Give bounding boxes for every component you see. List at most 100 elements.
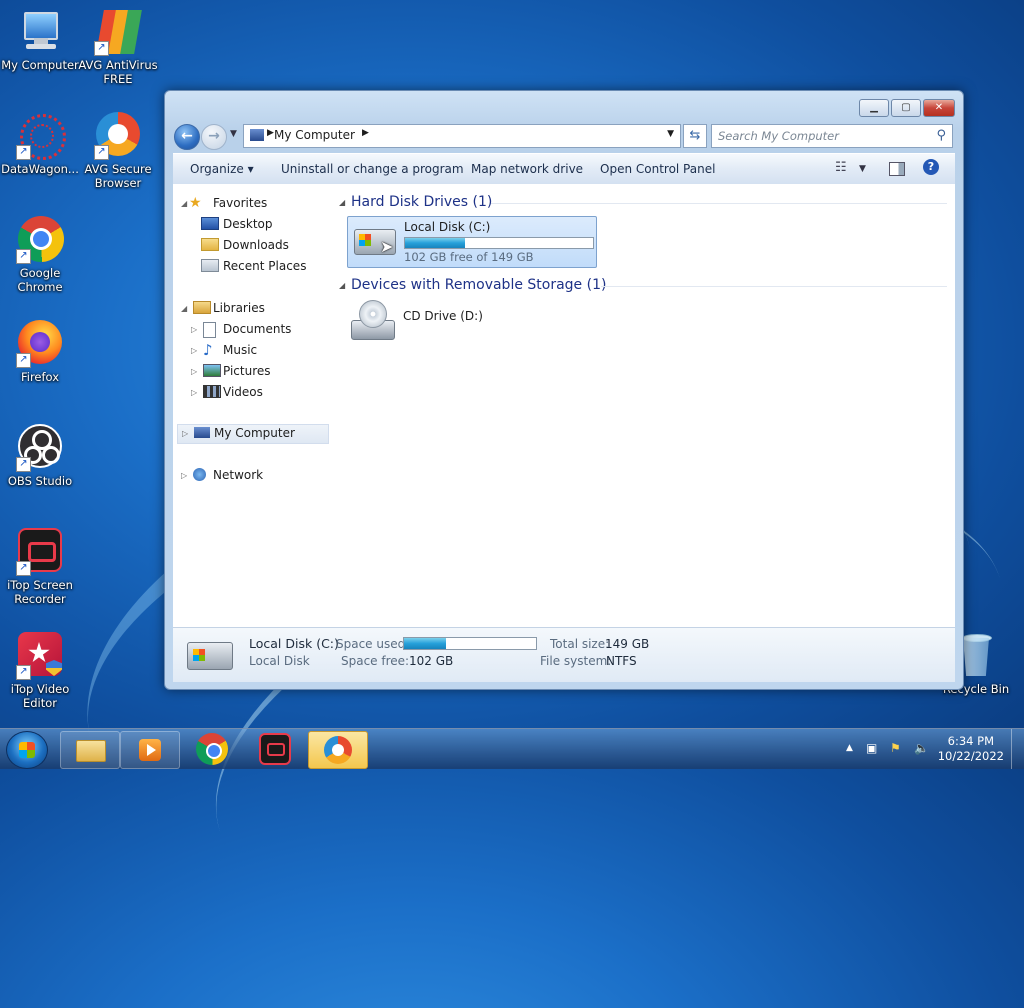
address-location[interactable]: My Computer: [274, 128, 355, 142]
shortcut-arrow-icon: ↗: [16, 353, 31, 368]
group-header-removable-storage[interactable]: Devices with Removable Storage (1): [351, 277, 606, 293]
back-button[interactable]: ←: [174, 124, 200, 150]
search-input[interactable]: Search My Computer: [718, 129, 839, 143]
view-options-dropdown[interactable]: ▼: [859, 164, 866, 174]
nav-recent-places[interactable]: Recent Places: [201, 259, 329, 275]
documents-icon: [203, 322, 216, 338]
help-icon[interactable]: ?: [923, 159, 939, 175]
nav-my-computer[interactable]: ▷ My Computer: [177, 424, 329, 444]
window-controls: ▁ ▢ ✕: [857, 99, 955, 117]
drive-item-local-disk-c[interactable]: Local Disk (C:) 102 GB free of 149 GB ➤: [347, 216, 597, 268]
nav-libraries[interactable]: ◢ Libraries: [181, 301, 329, 317]
refresh-button[interactable]: ⇆: [683, 124, 707, 148]
taskbar-media-player-button[interactable]: [120, 731, 180, 769]
chevron-right-icon[interactable]: ▶: [267, 128, 274, 138]
nav-music[interactable]: ▷ ♪ Music: [191, 343, 329, 359]
details-drive-type: Local Disk: [249, 654, 310, 668]
avg-browser-icon: ↗: [94, 112, 142, 160]
details-usage-bar: [403, 637, 537, 650]
expand-arrow-icon[interactable]: ▷: [191, 388, 197, 397]
nav-favorites[interactable]: ◢ ★ Favorites: [181, 196, 329, 212]
system-clock[interactable]: 6:34 PM 10/22/2022: [938, 734, 1004, 764]
desktop-icon-itop-screen-recorder[interactable]: ↗ iTop Screen Recorder: [0, 528, 80, 606]
downloads-folder-icon: [201, 238, 219, 251]
desktop-icon-avg-secure-browser[interactable]: ↗ AVG Secure Browser: [78, 112, 158, 190]
cd-disc-icon: [359, 300, 387, 328]
address-bar-row: ← → ▼ ▶ My Computer ▶ ▼ ⇆ Search My Comp…: [173, 123, 955, 150]
navigation-buttons: ← → ▼: [173, 123, 245, 150]
collapse-group-icon[interactable]: ◢: [339, 198, 345, 207]
nav-downloads[interactable]: Downloads: [201, 238, 329, 254]
map-network-drive-button[interactable]: Map network drive: [471, 162, 583, 176]
uninstall-program-button[interactable]: Uninstall or change a program: [281, 162, 464, 176]
desktop-icon-obs[interactable]: ↗ OBS Studio: [0, 424, 80, 488]
desktop-icon-my-computer[interactable]: My Computer: [0, 8, 80, 72]
search-icon[interactable]: ⚲: [936, 128, 946, 143]
expand-arrow-icon[interactable]: ▷: [182, 429, 188, 438]
drive-item-cd-drive-d[interactable]: CD Drive (D:): [347, 300, 547, 346]
collapse-arrow-icon[interactable]: ◢: [181, 304, 187, 313]
volume-icon[interactable]: 🔈: [914, 741, 929, 755]
show-hidden-icons-button[interactable]: ▲: [846, 743, 853, 753]
explorer-window[interactable]: ▁ ▢ ✕ ← → ▼ ▶ My Computer ▶ ▼ ⇆ Search M…: [164, 90, 964, 690]
start-button[interactable]: [6, 731, 48, 769]
total-size-label: Total size:: [550, 637, 610, 651]
shortcut-arrow-icon: ↗: [94, 41, 109, 56]
minimize-button[interactable]: ▁: [859, 99, 889, 117]
expand-arrow-icon[interactable]: ▷: [181, 471, 187, 480]
drive-name: Local Disk (C:): [404, 220, 491, 234]
preview-pane-icon[interactable]: [889, 162, 905, 176]
recent-pages-dropdown[interactable]: ▼: [230, 129, 237, 139]
videos-icon: [203, 385, 221, 398]
desktop-icon-itop-video-editor[interactable]: ↗ iTop Video Editor: [0, 632, 80, 710]
taskbar: ▲ ▣ ⚑ 🔈 6:34 PM 10/22/2022: [0, 728, 1024, 769]
group-header-hard-disks[interactable]: Hard Disk Drives (1): [351, 194, 492, 210]
search-box[interactable]: Search My Computer ⚲: [711, 124, 953, 148]
space-used-label: Space used:: [336, 637, 410, 651]
pictures-icon: [203, 364, 221, 377]
recent-places-icon: [201, 259, 219, 272]
nav-pictures[interactable]: ▷ Pictures: [191, 364, 329, 380]
expand-arrow-icon[interactable]: ▷: [191, 367, 197, 376]
taskbar-itop-recorder-button[interactable]: [259, 733, 291, 765]
desktop-icon-firefox[interactable]: ↗ Firefox: [0, 320, 80, 384]
show-desktop-button[interactable]: [1011, 729, 1024, 769]
avg-antivirus-icon: ↗: [94, 8, 142, 56]
desktop-icon-datawagon[interactable]: ↗ DataWagon...: [0, 112, 80, 176]
desktop-icon-avg-antivirus[interactable]: ↗ AVG AntiVirus FREE: [78, 8, 158, 86]
chevron-right-icon[interactable]: ▶: [362, 128, 369, 138]
drive-usage-bar: [404, 237, 594, 249]
address-history-dropdown[interactable]: ▼: [667, 129, 674, 139]
nav-desktop[interactable]: Desktop: [201, 217, 329, 233]
collapse-arrow-icon[interactable]: ◢: [181, 199, 187, 208]
change-view-icon[interactable]: ☷: [835, 160, 847, 175]
collapse-group-icon[interactable]: ◢: [339, 281, 345, 290]
nav-documents[interactable]: ▷ Documents: [191, 322, 329, 338]
itop-recorder-icon: [267, 743, 285, 756]
details-usage-fill: [404, 638, 447, 649]
desktop-icon: [201, 217, 219, 230]
star-icon: ★: [189, 195, 202, 211]
content-pane: ◢ Hard Disk Drives (1) Local Disk (C:) 1…: [331, 184, 955, 627]
taskbar-avg-browser-button[interactable]: [308, 731, 368, 769]
open-control-panel-button[interactable]: Open Control Panel: [600, 162, 715, 176]
nav-network[interactable]: ▷ Network: [181, 468, 329, 484]
datawagon-icon: ↗: [16, 112, 66, 160]
computer-icon: [16, 8, 64, 56]
desktop-icon-chrome[interactable]: ↗ Google Chrome: [0, 216, 80, 294]
expand-arrow-icon[interactable]: ▷: [191, 346, 197, 355]
organize-button[interactable]: Organize ▾: [190, 162, 254, 176]
expand-arrow-icon[interactable]: ▷: [191, 325, 197, 334]
forward-button[interactable]: →: [201, 124, 227, 150]
action-center-flag-icon[interactable]: ⚑: [890, 741, 901, 755]
network-tray-icon[interactable]: ▣: [866, 741, 877, 755]
maximize-button[interactable]: ▢: [891, 99, 921, 117]
taskbar-chrome-button[interactable]: [196, 733, 228, 765]
close-button[interactable]: ✕: [923, 99, 955, 117]
details-pane: Local Disk (C:) Local Disk Space used: S…: [173, 627, 955, 682]
nav-videos[interactable]: ▷ Videos: [191, 385, 329, 401]
taskbar-explorer-button[interactable]: [60, 731, 120, 769]
address-field[interactable]: ▶ My Computer ▶ ▼: [243, 124, 681, 148]
file-system-label: File system:: [540, 654, 612, 668]
drive-usage-fill: [405, 238, 466, 248]
